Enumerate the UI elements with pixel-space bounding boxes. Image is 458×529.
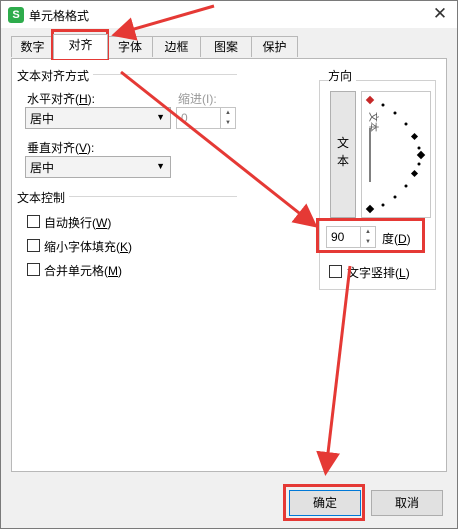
- dial-dot: [381, 103, 385, 107]
- dial-dot: [417, 146, 421, 150]
- shrink-to-fit-label[interactable]: 缩小字体填充(K): [44, 238, 132, 255]
- dial-dot: [393, 195, 397, 199]
- dial-dot: [417, 162, 421, 166]
- app-logo-icon: S: [8, 7, 24, 23]
- dial-text: 文本: [367, 112, 380, 132]
- shrink-to-fit-checkbox[interactable]: [27, 239, 40, 252]
- orientation-dial[interactable]: 文本: [361, 91, 431, 218]
- tab-number[interactable]: 数字: [11, 36, 54, 57]
- text-control-section-title: 文本控制: [17, 189, 70, 206]
- dial-marker: [410, 132, 419, 141]
- close-icon[interactable]: ✕: [429, 3, 451, 25]
- alignment-section-title: 文本对齐方式: [17, 67, 94, 84]
- vertical-align-select[interactable]: 居中 ▼: [25, 156, 171, 178]
- dial-dot: [393, 111, 397, 115]
- tab-protection[interactable]: 保护: [251, 36, 298, 57]
- down-arrow-icon[interactable]: ▼: [221, 118, 235, 128]
- tab-pattern[interactable]: 图案: [200, 36, 252, 57]
- dial-marker: [410, 169, 419, 178]
- horizontal-align-select[interactable]: 居中 ▼: [25, 107, 171, 129]
- dial-marker-top: [365, 95, 375, 105]
- vertical-align-label: 垂直对齐(V):: [27, 141, 95, 155]
- annotation-highlight-degree: [316, 218, 425, 253]
- chevron-down-icon: ▼: [156, 112, 165, 122]
- merge-cells-label[interactable]: 合并单元格(M): [44, 262, 122, 279]
- wrap-text-checkbox[interactable]: [27, 215, 40, 228]
- stepper-buttons[interactable]: ▲ ▼: [220, 108, 235, 128]
- dialog-title: 单元格格式: [29, 9, 90, 23]
- vertical-text-button[interactable]: 文本: [330, 91, 356, 218]
- dial-marker-bottom: [365, 204, 375, 214]
- tab-alignment[interactable]: 对齐: [53, 34, 108, 59]
- merge-cells-checkbox[interactable]: [27, 263, 40, 276]
- up-arrow-icon[interactable]: ▲: [221, 108, 235, 118]
- horizontal-align-label: 水平对齐(H):: [27, 92, 96, 106]
- vertical-text-checkbox[interactable]: [329, 265, 342, 278]
- tab-border[interactable]: 边框: [152, 36, 201, 57]
- indent-stepper[interactable]: 0 ▲ ▼: [176, 107, 236, 129]
- vertical-text-label[interactable]: 文字竖排(L): [347, 264, 410, 281]
- wrap-text-label[interactable]: 自动换行(W): [44, 214, 111, 231]
- dial-dot: [381, 203, 385, 207]
- dial-dot: [404, 122, 408, 126]
- cancel-button[interactable]: 取消: [371, 490, 443, 516]
- dial-marker-center: [416, 150, 426, 160]
- title-bar: S 单元格格式 ✕: [1, 1, 457, 28]
- chevron-down-icon: ▼: [156, 161, 165, 171]
- orientation-dial-graphic: 文本: [365, 95, 426, 214]
- annotation-highlight-ok: [283, 484, 365, 521]
- orientation-section-title: 方向: [328, 67, 357, 84]
- tab-font[interactable]: 字体: [107, 36, 153, 57]
- dial-dot: [404, 184, 408, 188]
- indent-label: 缩进(I):: [178, 92, 217, 106]
